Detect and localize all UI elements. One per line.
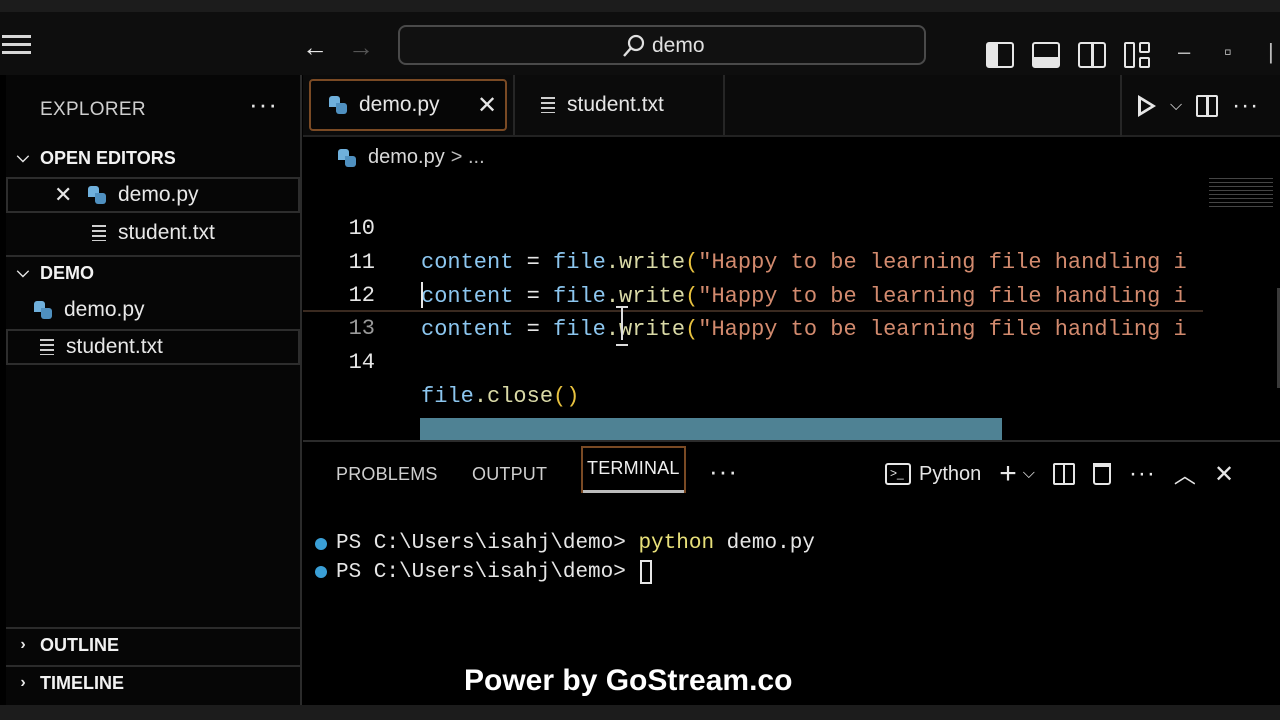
python-file-icon bbox=[329, 96, 347, 114]
outline-label: OUTLINE bbox=[40, 634, 119, 655]
file-label: demo.py bbox=[118, 183, 199, 206]
toggle-secondary-sidebar-icon[interactable] bbox=[1078, 42, 1106, 68]
trash-icon[interactable] bbox=[1092, 463, 1111, 485]
python-file-icon bbox=[34, 301, 52, 319]
line-number: 14 bbox=[348, 350, 375, 375]
outline-section[interactable]: › OUTLINE bbox=[6, 627, 302, 661]
status-bar bbox=[0, 705, 1280, 720]
text-cursor bbox=[421, 282, 423, 308]
close-editor-icon[interactable]: ✕ bbox=[54, 182, 72, 208]
chevron-down-icon: ⌵ bbox=[16, 264, 30, 281]
editor-more-icon[interactable]: ··· bbox=[1232, 92, 1259, 120]
file-label: demo.py bbox=[64, 298, 145, 321]
file-demo-py[interactable]: demo.py bbox=[6, 292, 300, 328]
hamburger-menu-icon[interactable] bbox=[2, 30, 32, 60]
minimap[interactable] bbox=[1209, 178, 1273, 208]
tab-terminal[interactable]: TERMINAL bbox=[581, 446, 686, 493]
watermark-text: Power by GoStream.co bbox=[464, 664, 793, 697]
tab-label: student.txt bbox=[567, 93, 664, 116]
search-text: demo bbox=[652, 34, 705, 57]
tab-demo-py[interactable]: demo.py ✕ bbox=[309, 79, 507, 131]
maximize-panel-chevron-icon[interactable]: ︿ bbox=[1174, 458, 1196, 490]
breadcrumb[interactable]: demo.py > ... bbox=[338, 146, 485, 169]
open-editors-section[interactable]: ⌵ OPEN EDITORS bbox=[6, 141, 302, 175]
python-file-icon bbox=[88, 186, 106, 204]
split-terminal-icon[interactable] bbox=[1052, 463, 1075, 485]
tab-output[interactable]: OUTPUT bbox=[472, 464, 547, 485]
code-line[interactable]: 14 file.close() bbox=[303, 312, 1203, 409]
demo-folder-section[interactable]: ⌵ DEMO bbox=[6, 255, 302, 289]
toggle-primary-sidebar-icon[interactable] bbox=[986, 42, 1014, 68]
code-line[interactable]: 10 content = file.write("Happy to be lea… bbox=[303, 178, 1203, 275]
title-bar: ← → demo – ▫ | bbox=[0, 0, 1280, 75]
new-terminal-icon[interactable]: + bbox=[999, 459, 1017, 489]
terminal-shell-selector[interactable]: >_ Python bbox=[885, 463, 981, 486]
tab-label: demo.py bbox=[359, 93, 440, 116]
back-arrow-icon[interactable]: ← bbox=[302, 34, 328, 60]
terminal-icon: >_ bbox=[885, 463, 911, 485]
open-editors-label: OPEN EDITORS bbox=[40, 147, 176, 168]
maximize-button[interactable]: ▫ bbox=[1224, 41, 1232, 63]
text-file-icon bbox=[92, 225, 106, 241]
minimize-button[interactable]: – bbox=[1178, 41, 1190, 63]
panel-options-icon[interactable]: ··· bbox=[1129, 460, 1156, 488]
panel-more-icon[interactable]: ··· bbox=[709, 456, 738, 487]
code-line[interactable]: 12 content = file.write("Happy to be lea… bbox=[303, 245, 1203, 342]
explorer-title: EXPLORER bbox=[40, 99, 146, 120]
timeline-section[interactable]: › TIMELINE bbox=[6, 665, 302, 699]
file-label: student.txt bbox=[118, 221, 215, 244]
tab-problems[interactable]: PROBLEMS bbox=[336, 464, 438, 485]
code-editor[interactable]: 10 content = file.write("Happy to be lea… bbox=[303, 178, 1280, 440]
close-window-button[interactable]: | bbox=[1268, 41, 1274, 63]
open-editor-demo-py[interactable]: ✕ demo.py bbox=[6, 177, 300, 213]
text-file-icon bbox=[40, 339, 54, 355]
chevron-right-icon: › bbox=[20, 674, 26, 691]
editor-tab-bar: demo.py ✕ student.txt ⌵ ··· bbox=[303, 75, 1280, 137]
horizontal-scrollbar[interactable] bbox=[420, 418, 1002, 440]
open-editor-student-txt[interactable]: student.txt bbox=[6, 215, 300, 251]
explorer-sidebar: EXPLORER ··· ⌵ OPEN EDITORS ✕ demo.py st… bbox=[6, 75, 302, 705]
text-file-icon bbox=[541, 97, 555, 113]
command-center-search[interactable]: demo bbox=[398, 25, 926, 65]
code-line[interactable]: 11 content = file.write("Happy to be lea… bbox=[303, 212, 1203, 309]
close-tab-icon[interactable]: ✕ bbox=[477, 91, 497, 120]
toggle-panel-icon[interactable] bbox=[1032, 42, 1060, 68]
terminal-line: PS C:\Users\isahj\demo> python demo.py bbox=[315, 532, 815, 555]
chevron-right-icon: › bbox=[20, 636, 26, 653]
tab-student-txt[interactable]: student.txt bbox=[513, 75, 725, 135]
timeline-label: TIMELINE bbox=[40, 672, 124, 693]
run-icon[interactable] bbox=[1138, 95, 1156, 117]
breadcrumb-file[interactable]: demo.py bbox=[368, 146, 445, 169]
command-status-dot-icon bbox=[315, 566, 327, 578]
python-file-icon bbox=[338, 148, 356, 167]
terminal-cursor bbox=[640, 560, 653, 584]
search-icon bbox=[623, 34, 645, 57]
close-panel-icon[interactable]: ✕ bbox=[1214, 460, 1234, 489]
customize-layout-icon[interactable] bbox=[1124, 42, 1152, 68]
command-status-dot-icon bbox=[315, 537, 327, 550]
split-editor-icon[interactable] bbox=[1196, 95, 1219, 117]
forward-arrow-icon[interactable]: → bbox=[348, 34, 374, 60]
explorer-more-icon[interactable]: ··· bbox=[249, 89, 278, 120]
run-dropdown-chevron-icon[interactable]: ⌵ bbox=[1170, 97, 1182, 115]
shell-label: Python bbox=[919, 462, 982, 485]
terminal-line[interactable]: PS C:\Users\isahj\demo> bbox=[315, 560, 653, 584]
file-label: student.txt bbox=[66, 335, 163, 358]
terminal-dropdown-chevron-icon[interactable]: ⌵ bbox=[1023, 465, 1035, 483]
breadcrumb-rest[interactable]: > ... bbox=[451, 146, 485, 169]
current-code-line[interactable]: 13 bbox=[303, 278, 1203, 341]
file-student-txt[interactable]: student.txt bbox=[6, 329, 300, 365]
mouse-ibeam-cursor-icon bbox=[615, 306, 629, 346]
demo-folder-label: DEMO bbox=[40, 262, 94, 283]
chevron-down-icon: ⌵ bbox=[16, 149, 30, 166]
